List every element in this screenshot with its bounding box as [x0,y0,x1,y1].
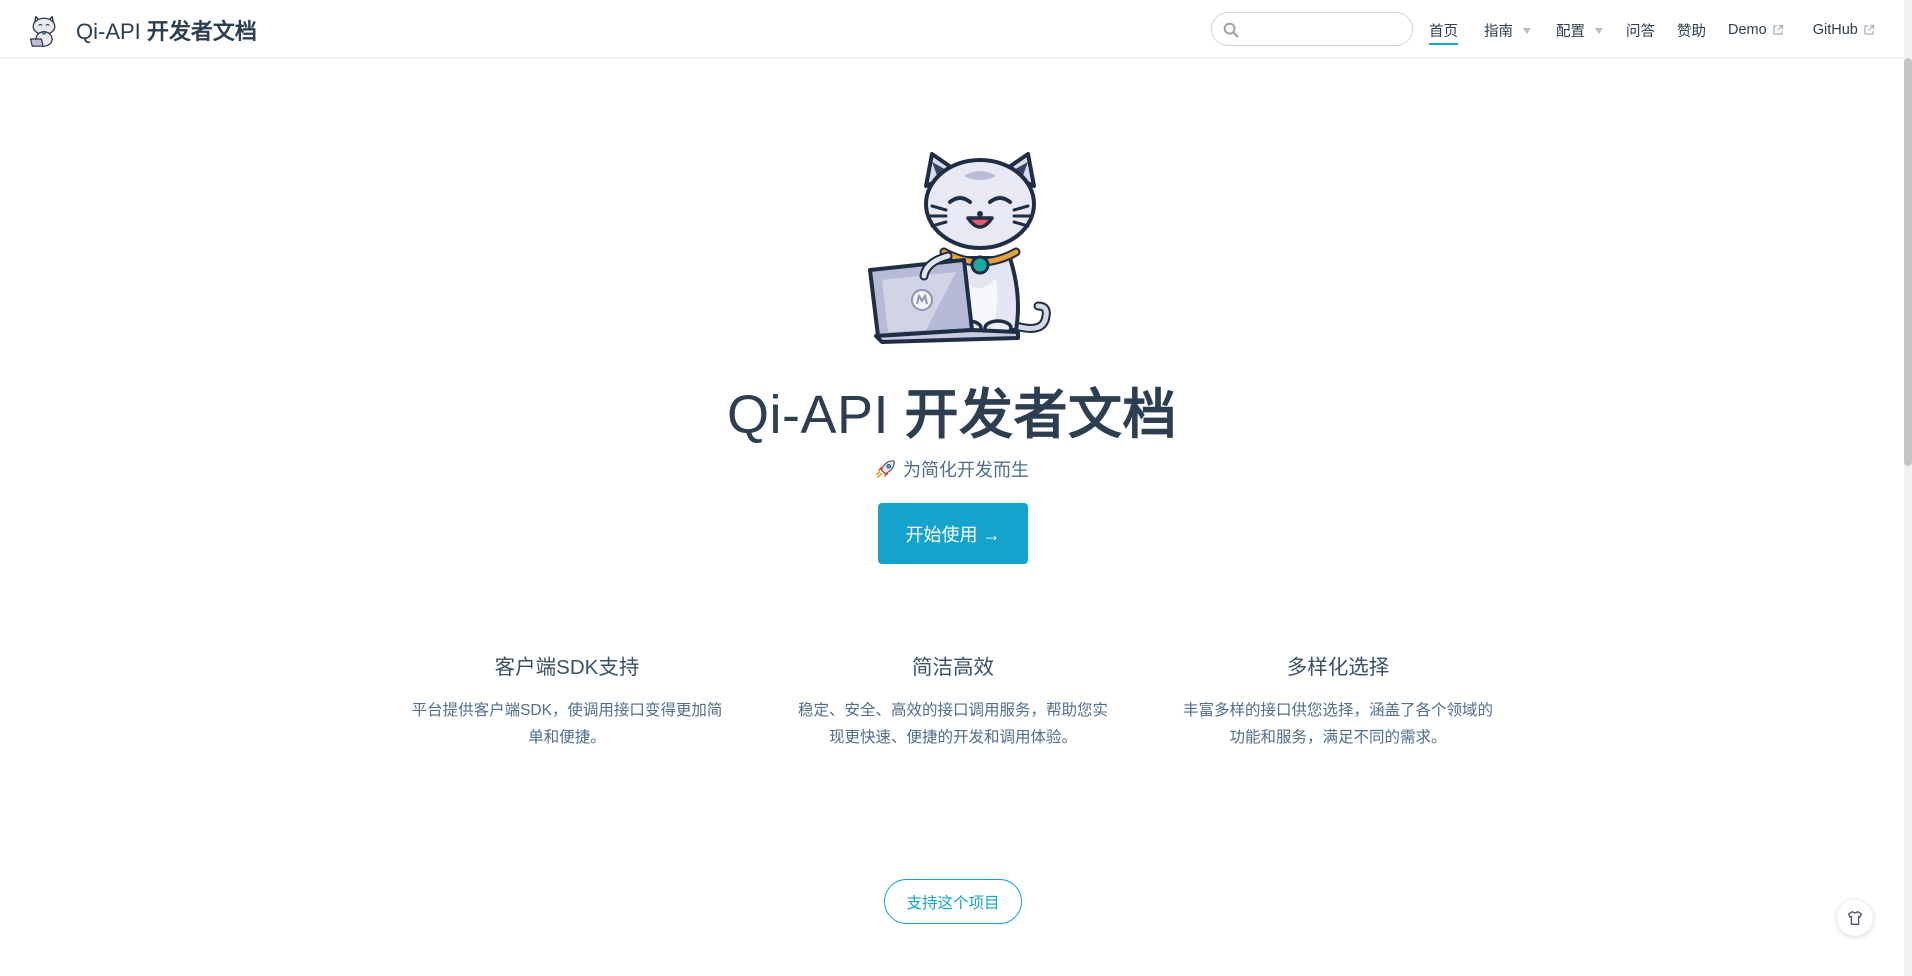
hero-cat-laptop-image [868,152,1051,344]
scrollbar-thumb[interactable] [1904,58,1912,466]
feature-card: 客户端SDK支持 平台提供客户端SDK，使调用接口变得更加简单和便捷。 [411,650,723,751]
external-link-icon [1864,24,1874,35]
hero-title-cjk: 开发者文档 [889,385,1178,445]
navbar: Qi-API 开发者文档 首页 指南 配置 问答 赞助 Demo GitHub [0,0,1912,58]
search-input[interactable] [1246,17,1404,41]
caret-down-icon [1523,28,1531,34]
feature-card: 多样化选择 丰富多样的接口供您选择，涵盖了各个领域的功能和服务，满足不同的需求。 [1182,650,1494,751]
theme-toggle-button[interactable] [1837,900,1873,936]
nav-github-label: GitHub [1812,22,1858,38]
nav-guide-dropdown[interactable]: 指南 [1484,18,1531,42]
site-title-cjk: 开发者文档 [140,19,257,44]
feature-title: 多样化选择 [1286,656,1390,679]
get-started-button[interactable]: 开始使用 → [878,503,1028,564]
hero-title: Qi-API 开发者文档 [0,370,1904,449]
nav-links: 首页 指南 配置 问答 赞助 Demo GitHub [1429,18,1875,45]
hero-tagline: 为简化开发而生 [903,460,1029,480]
nav-config-label: 配置 [1556,23,1585,40]
nav-faq[interactable]: 问答 [1626,18,1655,42]
nav-github-link[interactable]: GitHub [1813,18,1875,42]
support-project-button[interactable]: 支持这个项目 [884,879,1022,924]
nav-config-dropdown[interactable]: 配置 [1556,18,1603,42]
cat-logo-icon [29,15,56,47]
hero-description: 为简化开发而生 [0,456,1904,482]
scrollbar-track[interactable] [1904,0,1912,976]
feature-title: 客户端SDK支持 [494,656,640,679]
feature-card: 简洁高效 稳定、安全、高效的接口调用服务，帮助您实现更快速、便捷的开发和调用体验… [797,650,1109,751]
nav-home[interactable]: 首页 [1429,18,1458,45]
nav-demo-link[interactable]: Demo [1728,18,1784,42]
search-box[interactable] [1211,12,1413,46]
feature-title: 简洁高效 [912,656,994,679]
site-title-latin: Qi-API [76,19,141,44]
nav-sponsor[interactable]: 赞助 [1677,18,1706,42]
site-title: Qi-API 开发者文档 [76,14,257,46]
hero-title-latin: Qi-API [726,385,889,445]
feature-details: 平台提供客户端SDK，使调用接口变得更加简单和便捷。 [411,702,723,746]
search-icon [1223,22,1239,38]
feature-details: 稳定、安全、高效的接口调用服务，帮助您实现更快速、便捷的开发和调用体验。 [797,702,1108,746]
external-link-icon [1773,24,1783,35]
nav-demo-label: Demo [1728,22,1767,38]
shirt-icon [1848,911,1862,925]
caret-down-icon [1595,28,1603,34]
rocket-icon [876,460,895,479]
home-brand-link[interactable]: Qi-API 开发者文档 [26,12,257,48]
feature-details: 丰富多样的接口供您选择，涵盖了各个领域的功能和服务，满足不同的需求。 [1182,702,1493,746]
nav-guide-label: 指南 [1484,23,1513,40]
